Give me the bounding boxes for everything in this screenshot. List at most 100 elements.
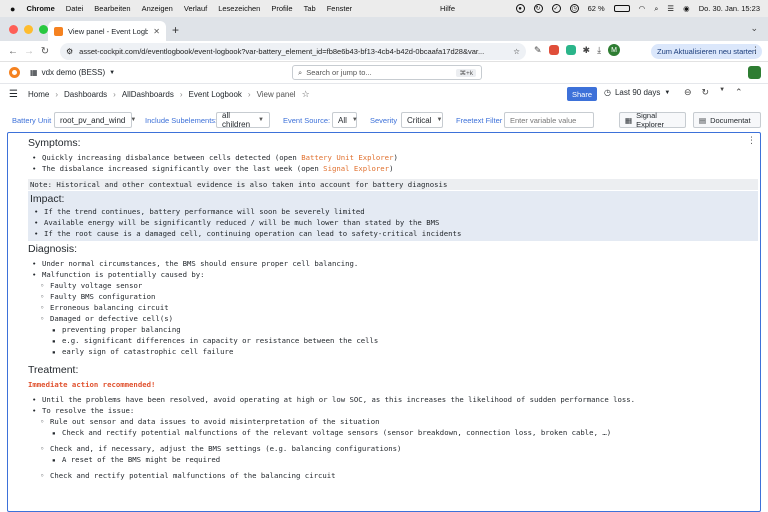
browser-tab-active[interactable]: View panel - Event Logbook ✕	[48, 21, 166, 41]
list-item: Malfunction is potentially caused by:	[28, 269, 758, 280]
zoom-out-icon[interactable]: ⊖	[684, 87, 692, 98]
bookmark-star-icon[interactable]: ☆	[513, 47, 520, 56]
list-item: Quickly increasing disbalance between ce…	[28, 152, 758, 163]
refresh-icon[interactable]: ↻	[702, 87, 710, 98]
org-name: vdx demo (BESS)	[41, 68, 106, 77]
search-input[interactable]: ⌕ Search or jump to... ⌘+k	[292, 65, 482, 80]
chevron-down-icon: ▼	[109, 69, 116, 76]
chevron-down-icon: ▼	[436, 117, 443, 123]
list-item: If the trend continues, battery performa…	[30, 206, 756, 217]
breadcrumb-dashboards[interactable]: Dashboards	[64, 90, 107, 99]
control-center-icon[interactable]: ☰	[667, 4, 674, 13]
minimize-window-button[interactable]	[24, 25, 33, 34]
back-button[interactable]: ←	[5, 46, 21, 57]
apple-icon[interactable]: ●	[10, 4, 15, 14]
freetext-placeholder: Enter variable value	[510, 115, 577, 125]
battery-unit-explorer-link[interactable]: Battery Unit Explorer	[301, 153, 393, 162]
subelements-select[interactable]: all children ▼	[216, 111, 270, 129]
symptoms-heading: Symptoms:	[28, 137, 81, 149]
breadcrumb-home[interactable]: Home	[28, 90, 49, 99]
maximize-window-button[interactable]	[39, 25, 48, 34]
documentation-button[interactable]: ▤ Documentat	[693, 112, 761, 128]
warning-text: Immediate action recommended!	[28, 380, 156, 389]
browser-toolbar: ← → ↻ ⚙ asset-cockpit.com/d/eventlogbook…	[0, 41, 768, 62]
list-item: Available energy will be significantly r…	[30, 217, 756, 228]
address-bar[interactable]: ⚙ asset-cockpit.com/d/eventlogbook/event…	[60, 43, 526, 60]
screen-record-icon[interactable]: ●	[515, 4, 525, 13]
menu-item-lesezeichen[interactable]: Lesezeichen	[218, 4, 260, 13]
breadcrumb-event-logbook[interactable]: Event Logbook	[189, 90, 242, 99]
freetext-input[interactable]: Enter variable value	[504, 112, 594, 128]
update-chrome-button[interactable]: Zum Aktualisieren neu starten	[651, 44, 763, 59]
extension-green-icon[interactable]	[565, 45, 576, 55]
close-window-button[interactable]	[9, 25, 18, 34]
org-switcher[interactable]: ▦ vdx demo (BESS) ▼	[30, 68, 115, 77]
menu-item-verlauf[interactable]: Verlauf	[184, 4, 207, 13]
menu-app-name[interactable]: Chrome	[26, 4, 54, 13]
time-range-picker[interactable]: ◷ Last 90 days ▼	[604, 88, 670, 97]
battery-unit-select[interactable]: root_pv_and_wind ▼	[54, 112, 136, 128]
subelements-value: all children	[222, 111, 251, 129]
diagnosis-heading: Diagnosis:	[28, 243, 78, 255]
event-source-select[interactable]: All ▼	[332, 112, 358, 128]
siri-icon[interactable]: ◉	[683, 4, 690, 13]
breadcrumb-current: View panel	[256, 90, 296, 99]
sync-icon[interactable]: ↻	[533, 4, 543, 13]
text-panel: ⋮ Symptoms: Quickly increasing disbalanc…	[7, 132, 761, 512]
collapse-icon[interactable]: ⌃	[735, 87, 743, 98]
extensions-puzzle-icon[interactable]: ✱	[583, 45, 591, 56]
tab-search-icon[interactable]: ⌄	[750, 23, 758, 34]
breadcrumb-separator-icon: ›	[55, 90, 59, 99]
reload-button[interactable]: ↻	[37, 46, 53, 57]
list-item: Check and rectify potential malfunctions…	[28, 427, 758, 438]
new-tab-button[interactable]: +	[172, 23, 179, 37]
profile-avatar[interactable]: M	[608, 44, 621, 56]
site-info-icon[interactable]: ⚙	[66, 47, 73, 56]
share-button[interactable]: Share	[567, 87, 598, 101]
wifi-icon[interactable]: ◠	[639, 4, 646, 13]
refresh-interval-chevron-icon[interactable]: ▼	[719, 87, 725, 98]
battery-unit-label: Battery Unit	[12, 115, 52, 125]
battery-icon[interactable]	[613, 5, 630, 12]
grafana-logo-icon[interactable]	[9, 67, 20, 78]
list-item: e.g. significant differences in capacity…	[28, 335, 758, 346]
list-item: preventing proper balancing	[28, 324, 758, 335]
grafana-header: ▦ vdx demo (BESS) ▼ ⌕ Search or jump to.…	[0, 62, 768, 84]
signal-explorer-button[interactable]: ▦ Signal Explorer	[619, 111, 686, 129]
documentation-label: Documentat	[710, 115, 751, 125]
chevron-down-icon: ▼	[130, 117, 137, 123]
clock-icon[interactable]: ◷	[569, 4, 579, 13]
list-item: early sign of catastrophic cell failure	[28, 346, 758, 357]
favorite-star-icon[interactable]: ☆	[302, 89, 310, 100]
browser-menu-icon[interactable]: ⋮	[751, 45, 760, 56]
breadcrumb-alldashboards[interactable]: AllDashboards	[122, 90, 174, 99]
menu-item-hilfe[interactable]: Hilfe	[440, 4, 455, 13]
menu-item-tab[interactable]: Tab	[304, 4, 316, 13]
menu-item-bearbeiten[interactable]: Bearbeiten	[94, 4, 130, 13]
extension-pen-icon[interactable]: ✎	[534, 45, 542, 56]
battery-unit-value: root_pv_and_wind	[60, 115, 126, 125]
extension-red-icon[interactable]	[548, 45, 559, 55]
impact-heading: Impact:	[30, 193, 65, 205]
search-icon[interactable]: ⌕	[654, 4, 658, 14]
impact-block: Impact: If the trend continues, battery …	[28, 191, 758, 241]
menu-item-profile[interactable]: Profile	[271, 4, 292, 13]
menu-datetime[interactable]: Do. 30. Jan. 15:23	[699, 4, 760, 13]
severity-select[interactable]: Critical ▼	[401, 112, 443, 128]
forward-button[interactable]: →	[21, 46, 37, 57]
close-tab-icon[interactable]: ✕	[153, 27, 160, 36]
clock-icon: ◷	[604, 88, 611, 97]
download-icon[interactable]: ⤓	[597, 45, 601, 56]
signal-explorer-label: Signal Explorer	[636, 111, 665, 129]
url-text[interactable]: asset-cockpit.com/d/eventlogbook/event-l…	[79, 47, 507, 56]
tab-title: View panel - Event Logbook	[68, 26, 149, 36]
severity-label: Severity	[370, 115, 398, 125]
signal-explorer-link[interactable]: Signal Explorer	[323, 164, 389, 173]
menu-toggle-icon[interactable]: ☰	[9, 89, 18, 100]
menu-item-fenster[interactable]: Fenster	[327, 4, 352, 13]
menu-item-anzeigen[interactable]: Anzeigen	[142, 4, 173, 13]
list-item: Until the problems have been resolved, a…	[28, 394, 758, 405]
check-icon[interactable]: ✓	[551, 4, 561, 13]
user-avatar[interactable]	[748, 66, 761, 79]
menu-item-datei[interactable]: Datei	[66, 4, 84, 13]
